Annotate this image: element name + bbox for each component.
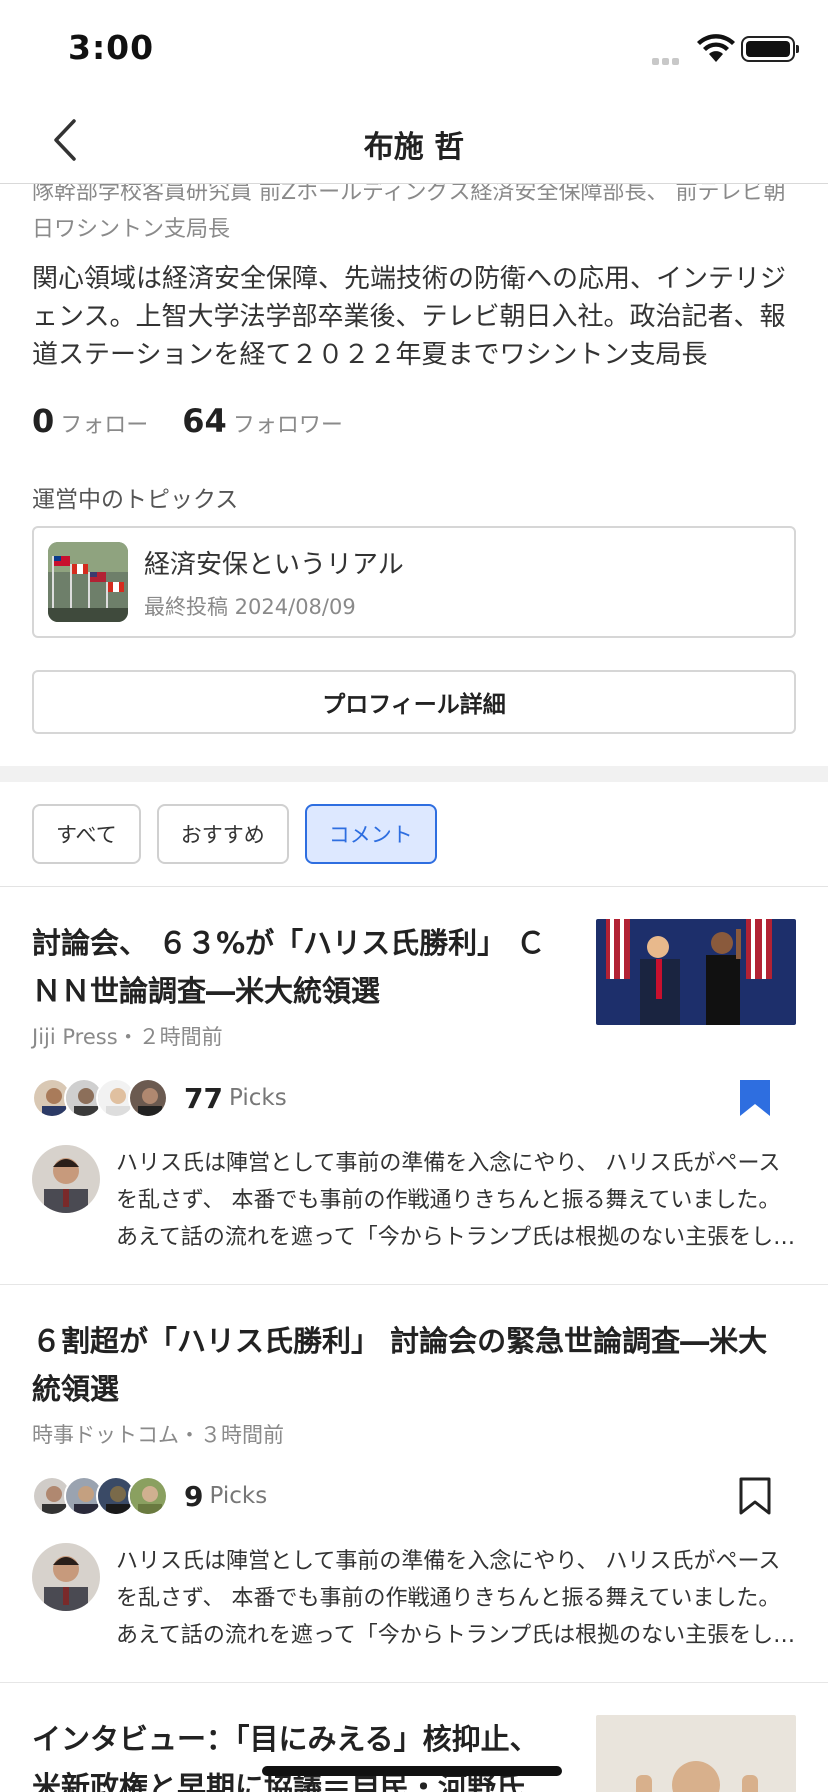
section-divider xyxy=(0,766,828,782)
article-title[interactable]: インタビュー：「目にみえる」核抑止、米新政権と早期に協議＝自民・河野氏 xyxy=(32,1715,556,1792)
picker-avatars xyxy=(32,1078,168,1118)
cellular-signal-icon xyxy=(652,50,682,69)
picks-row[interactable]: 77 Picks xyxy=(32,1073,796,1123)
follow-stats: 0 フォロー 64 フォロワー xyxy=(32,402,796,440)
article-item[interactable]: 討論会、 ６３%が「ハリス氏勝利」 ＣＮＮ世論調査―米大統領選 Jiji Pre… xyxy=(0,887,828,1285)
picks-label: Picks xyxy=(228,1085,287,1111)
home-indicator xyxy=(262,1766,562,1776)
comment[interactable]: ハリス氏は陣営として事前の準備を入念にやり、 ハリス氏がペースを乱さず、 本番で… xyxy=(32,1543,796,1682)
picks-count: 77 xyxy=(184,1081,223,1115)
comment[interactable]: ハリス氏は陣営として事前の準備を入念にやり、 ハリス氏がペースを乱さず、 本番で… xyxy=(32,1145,796,1284)
picks-label: Picks xyxy=(209,1483,268,1509)
topic-card[interactable]: 経済安保というリアル 最終投稿 2024/08/09 xyxy=(32,526,796,638)
following-label[interactable]: フォロー xyxy=(60,407,148,439)
scroll-content[interactable]: 隊幹部学校客員研究員 前Zホールディングス経済安全保障部長、 前テレビ朝日ワシン… xyxy=(0,184,828,1792)
following-count[interactable]: 0 xyxy=(32,402,54,440)
picks-row[interactable]: 9 Picks xyxy=(32,1471,796,1521)
profile-section: 隊幹部学校客員研究員 前Zホールディングス経済安全保障部長、 前テレビ朝日ワシン… xyxy=(0,184,828,734)
topic-last-post: 最終投稿 2024/08/09 xyxy=(144,594,356,619)
avatar xyxy=(128,1476,168,1516)
followers-count[interactable]: 64 xyxy=(182,402,227,440)
tab-comments[interactable]: コメント xyxy=(304,804,437,864)
article-source: 時事ドットコム・３時間前 xyxy=(32,1423,284,1447)
filter-tabs: すべて おすすめ コメント xyxy=(0,782,828,887)
commenter-avatar[interactable] xyxy=(32,1543,100,1611)
topic-title: 経済安保というリアル xyxy=(144,549,404,580)
navigation-bar: 布施 哲 xyxy=(0,96,828,184)
article-title[interactable]: 討論会、 ６３%が「ハリス氏勝利」 ＣＮＮ世論調査―米大統領選 xyxy=(32,919,556,1015)
profile-bio[interactable]: 関心領域は経済安全保障、先端技術の防衛への応用、インテリジェンス。上智大学法学部… xyxy=(32,260,796,374)
topics-heading: 運営中のトピックス xyxy=(32,487,239,513)
article-item[interactable]: ６割超が「ハリス氏勝利」 討論会の緊急世論調査―米大統領選 時事ドットコム・３時… xyxy=(0,1285,828,1683)
bookmark-filled-icon[interactable] xyxy=(738,1078,772,1118)
article-thumbnail[interactable] xyxy=(596,1715,796,1792)
status-time: 3:00 xyxy=(68,28,155,67)
comment-text: ハリス氏は陣営として事前の準備を入念にやり、 ハリス氏がペースを乱さず、 本番で… xyxy=(116,1549,796,1648)
article-thumbnail[interactable] xyxy=(596,919,796,1025)
avatar xyxy=(128,1078,168,1118)
profile-affiliation: 隊幹部学校客員研究員 前Zホールディングス経済安全保障部長、 前テレビ朝日ワシン… xyxy=(32,184,786,242)
article-title[interactable]: ６割超が「ハリス氏勝利」 討論会の緊急世論調査―米大統領選 xyxy=(32,1317,796,1413)
picker-avatars xyxy=(32,1476,168,1516)
picks-count: 9 xyxy=(184,1479,204,1513)
bookmark-outline-icon[interactable] xyxy=(738,1476,772,1516)
battery-icon xyxy=(741,36,795,62)
page-title: 布施 哲 xyxy=(363,130,465,165)
topic-thumbnail xyxy=(48,542,128,622)
comment-text: ハリス氏は陣営として事前の準備を入念にやり、 ハリス氏がペースを乱さず、 本番で… xyxy=(116,1151,796,1250)
tab-all[interactable]: すべて xyxy=(32,804,141,864)
commenter-avatar[interactable] xyxy=(32,1145,100,1213)
profile-detail-button[interactable]: プロフィール詳細 xyxy=(32,670,796,734)
article-source: Jiji Press・２時間前 xyxy=(32,1025,223,1049)
wifi-icon xyxy=(697,34,735,62)
followers-label[interactable]: フォロワー xyxy=(233,407,343,439)
tab-recommended[interactable]: おすすめ xyxy=(156,804,289,864)
status-bar: 3:00 xyxy=(0,0,828,96)
